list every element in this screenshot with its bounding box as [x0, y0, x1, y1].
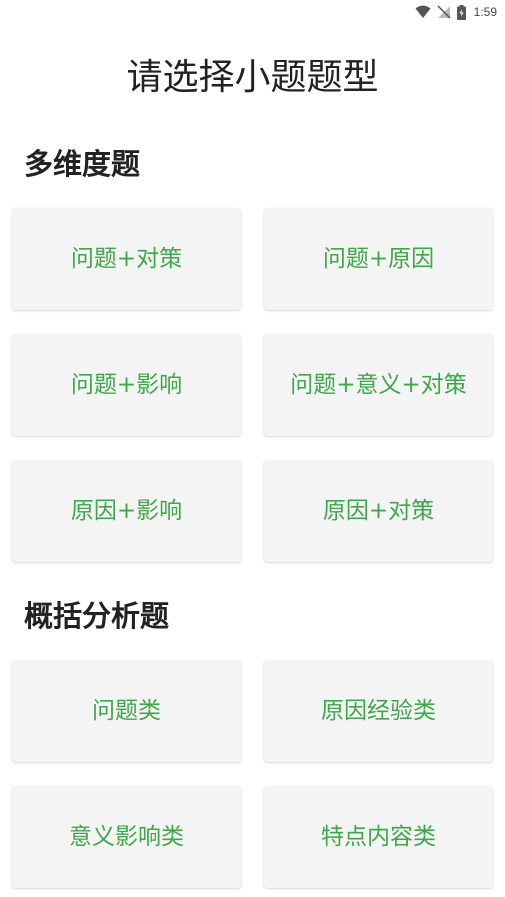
type-card-label: 原因+影响 — [70, 498, 183, 524]
type-card-cause-impact[interactable]: 原因+影响 — [12, 460, 241, 562]
type-card-label: 问题+意义+对策 — [290, 372, 467, 398]
section-title-summary-analysis: 概括分析题 — [24, 599, 170, 633]
type-card-problem-significance-countermeasure[interactable]: 问题+意义+对策 — [264, 334, 493, 436]
status-time: 1:59 — [473, 5, 497, 19]
type-card-problem-impact[interactable]: 问题+影响 — [12, 334, 241, 436]
status-bar: 1:59 — [0, 0, 505, 24]
type-card-feature-content-type[interactable]: 特点内容类 — [264, 786, 493, 888]
summary-analysis-grid: 问题类 原因经验类 意义影响类 特点内容类 — [12, 660, 493, 888]
type-card-problem-type[interactable]: 问题类 — [12, 660, 241, 762]
type-card-label: 问题类 — [92, 698, 161, 724]
type-card-label: 问题+对策 — [70, 246, 183, 272]
type-card-cause-countermeasure[interactable]: 原因+对策 — [264, 460, 493, 562]
type-card-problem-cause[interactable]: 问题+原因 — [264, 208, 493, 310]
type-card-label: 原因经验类 — [321, 698, 436, 724]
no-signal-icon — [437, 5, 451, 19]
type-card-label: 特点内容类 — [321, 824, 436, 850]
type-card-significance-impact-type[interactable]: 意义影响类 — [12, 786, 241, 888]
multi-dimension-grid: 问题+对策 问题+原因 问题+影响 问题+意义+对策 原因+影响 原因+对策 — [12, 208, 493, 562]
battery-charging-icon — [456, 4, 466, 20]
type-card-cause-experience-type[interactable]: 原因经验类 — [264, 660, 493, 762]
page-title: 请选择小题题型 — [126, 57, 379, 98]
type-card-label: 原因+对策 — [322, 498, 435, 524]
type-card-label: 问题+影响 — [70, 372, 183, 398]
type-card-label: 意义影响类 — [69, 824, 184, 850]
wifi-icon — [415, 5, 431, 19]
type-card-label: 问题+原因 — [322, 246, 435, 272]
section-title-multi-dimension: 多维度题 — [24, 147, 141, 181]
type-card-problem-countermeasure[interactable]: 问题+对策 — [12, 208, 241, 310]
